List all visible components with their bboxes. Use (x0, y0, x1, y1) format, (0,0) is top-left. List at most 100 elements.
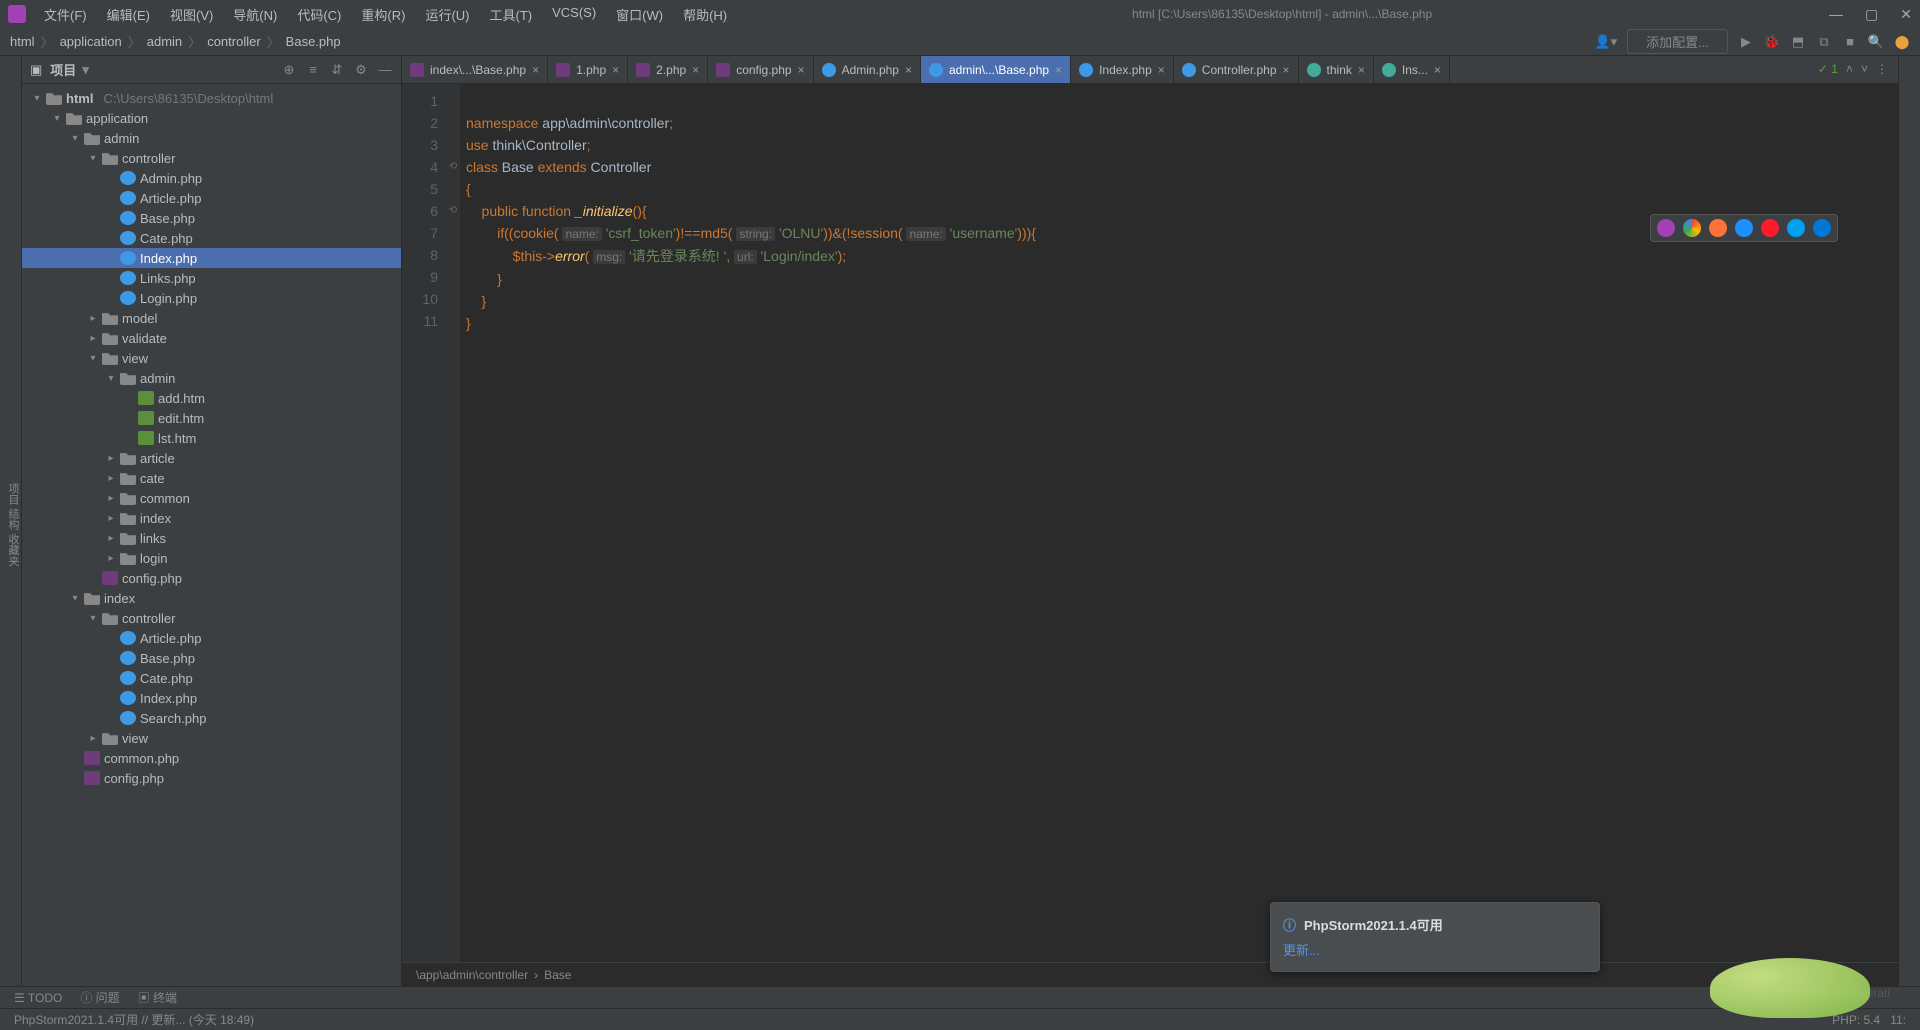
collapse-icon[interactable]: ⇵ (329, 62, 345, 78)
editor-tab[interactable]: Index.php× (1071, 56, 1174, 83)
inspection-widget[interactable]: ✓ 1 ˄ ˅ ⋮ (1818, 62, 1888, 76)
editor-tab[interactable]: Controller.php× (1174, 56, 1299, 83)
maximize-icon[interactable]: ▢ (1865, 6, 1878, 23)
menu-item[interactable]: 文件(F) (36, 2, 95, 27)
close-tab-icon[interactable]: × (532, 63, 539, 77)
expand-icon[interactable]: ≡ (305, 62, 321, 78)
tree-row[interactable]: ▸ common (22, 488, 401, 508)
tree-row[interactable]: Login.php (22, 288, 401, 308)
crumb-path[interactable]: \app\admin\controller (416, 968, 528, 982)
tree-row[interactable]: config.php (22, 568, 401, 588)
tree-row[interactable]: common.php (22, 748, 401, 768)
minimize-icon[interactable]: — (1829, 6, 1843, 23)
browser-icons-toolbar[interactable] (1650, 214, 1838, 242)
menu-item[interactable]: VCS(S) (544, 2, 604, 27)
problems-tool[interactable]: ⓘ 问题 (80, 989, 119, 1006)
editor-tab[interactable]: index\...\Base.php× (402, 56, 548, 83)
firefox-icon[interactable] (1709, 219, 1727, 237)
breadcrumb-item[interactable]: admin (147, 34, 182, 49)
menu-item[interactable]: 视图(V) (162, 2, 221, 27)
todo-tool[interactable]: ☰ TODO (14, 991, 62, 1005)
tree-row[interactable]: ▸ links (22, 528, 401, 548)
menu-item[interactable]: 运行(U) (417, 2, 477, 27)
tree-row[interactable]: ▸ login (22, 548, 401, 568)
edge-icon[interactable] (1813, 219, 1831, 237)
editor-body[interactable]: 1234567891011 ⟲⟲ namespace app\admin\con… (402, 84, 1898, 962)
close-tab-icon[interactable]: × (798, 63, 805, 77)
tree-row[interactable]: ▾ application (22, 108, 401, 128)
update-link[interactable]: 更新... (1283, 940, 1587, 959)
tree-row[interactable]: Search.php (22, 708, 401, 728)
close-tab-icon[interactable]: × (1358, 63, 1365, 77)
tree-row[interactable]: ▾ view (22, 348, 401, 368)
tree-row[interactable]: ▾ admin (22, 128, 401, 148)
editor-breadcrumb[interactable]: \app\admin\controller › Base (402, 962, 1898, 986)
tree-row[interactable]: Cate.php (22, 228, 401, 248)
editor-tab[interactable]: think× (1299, 56, 1374, 83)
tree-row[interactable]: Article.php (22, 628, 401, 648)
coverage-icon[interactable]: ⬒ (1790, 34, 1806, 50)
menu-item[interactable]: 导航(N) (225, 2, 285, 27)
project-tree[interactable]: ▾ html C:\Users\86135\Desktop\html ▾ app… (22, 84, 401, 986)
chevron-down-icon[interactable]: ˅ (1861, 62, 1868, 76)
tree-row[interactable]: Article.php (22, 188, 401, 208)
menu-item[interactable]: 编辑(E) (99, 2, 158, 27)
chevron-up-icon[interactable]: ˄ (1846, 62, 1853, 76)
left-tool-strip[interactable]: 项目 结构 收藏夹 (0, 56, 22, 986)
tree-row[interactable]: ▸ cate (22, 468, 401, 488)
update-notification[interactable]: ⓘPhpStorm2021.1.4可用 更新... (1270, 902, 1600, 972)
close-icon[interactable]: ✕ (1900, 6, 1912, 23)
run-icon[interactable]: ▶ (1738, 34, 1754, 50)
chrome-icon[interactable] (1683, 219, 1701, 237)
tree-row[interactable]: edit.htm (22, 408, 401, 428)
tree-row[interactable]: Admin.php (22, 168, 401, 188)
opera-icon[interactable] (1761, 219, 1779, 237)
php-version[interactable]: PHP: 5.4 (1832, 1013, 1880, 1027)
gear-icon[interactable]: ⚙ (353, 62, 369, 78)
breadcrumb-item[interactable]: Base.php (286, 34, 341, 49)
more-icon[interactable]: ⋮ (1876, 62, 1888, 76)
debug-icon[interactable]: 🐞 (1764, 34, 1780, 50)
editor-tab[interactable]: config.php× (708, 56, 813, 83)
breadcrumb-item[interactable]: application (60, 34, 122, 49)
editor-tab[interactable]: 2.php× (628, 56, 708, 83)
right-tool-strip[interactable] (1898, 56, 1920, 986)
close-tab-icon[interactable]: × (1434, 63, 1441, 77)
breadcrumb-item[interactable]: controller (207, 34, 260, 49)
tree-row[interactable]: ▸ validate (22, 328, 401, 348)
tree-row[interactable]: Base.php (22, 208, 401, 228)
tree-row[interactable]: Cate.php (22, 668, 401, 688)
editor-tab[interactable]: Admin.php× (814, 56, 921, 83)
close-tab-icon[interactable]: × (1158, 63, 1165, 77)
settings-icon[interactable]: ⬤ (1894, 34, 1910, 50)
tree-row[interactable]: ▾ index (22, 588, 401, 608)
tree-row[interactable]: add.htm (22, 388, 401, 408)
locate-icon[interactable]: ⊕ (281, 62, 297, 78)
tree-row[interactable]: lst.htm (22, 428, 401, 448)
editor-tab[interactable]: Ins...× (1374, 56, 1450, 83)
close-tab-icon[interactable]: × (1055, 63, 1062, 77)
menu-item[interactable]: 重构(R) (353, 2, 413, 27)
close-tab-icon[interactable]: × (1283, 63, 1290, 77)
crumb-class[interactable]: Base (544, 968, 571, 982)
ie-icon[interactable] (1787, 219, 1805, 237)
search-icon[interactable]: 🔍 (1868, 34, 1884, 50)
close-tab-icon[interactable]: × (692, 63, 699, 77)
tree-root[interactable]: ▾ html C:\Users\86135\Desktop\html (22, 88, 401, 108)
close-tab-icon[interactable]: × (612, 63, 619, 77)
run-config-dropdown[interactable]: 添加配置... (1627, 29, 1728, 54)
tree-row[interactable]: Links.php (22, 268, 401, 288)
tree-row[interactable]: ▾ controller (22, 148, 401, 168)
editor-tab[interactable]: admin\...\Base.php× (921, 56, 1071, 83)
tree-row[interactable]: config.php (22, 768, 401, 788)
menu-item[interactable]: 窗口(W) (608, 2, 671, 27)
project-title[interactable]: 项目 ▾ (50, 60, 273, 79)
status-message[interactable]: PhpStorm2021.1.4可用 // 更新... (今天 18:49) (14, 1011, 254, 1028)
tree-row[interactable]: Index.php (22, 688, 401, 708)
editor-tab[interactable]: 1.php× (548, 56, 628, 83)
caret-position[interactable]: 11: (1890, 1013, 1906, 1027)
profiler-icon[interactable]: ⧉ (1816, 34, 1832, 50)
breadcrumb-item[interactable]: html (10, 34, 35, 49)
project-view-icon[interactable]: ▣ (30, 62, 42, 78)
menu-item[interactable]: 帮助(H) (675, 2, 735, 27)
